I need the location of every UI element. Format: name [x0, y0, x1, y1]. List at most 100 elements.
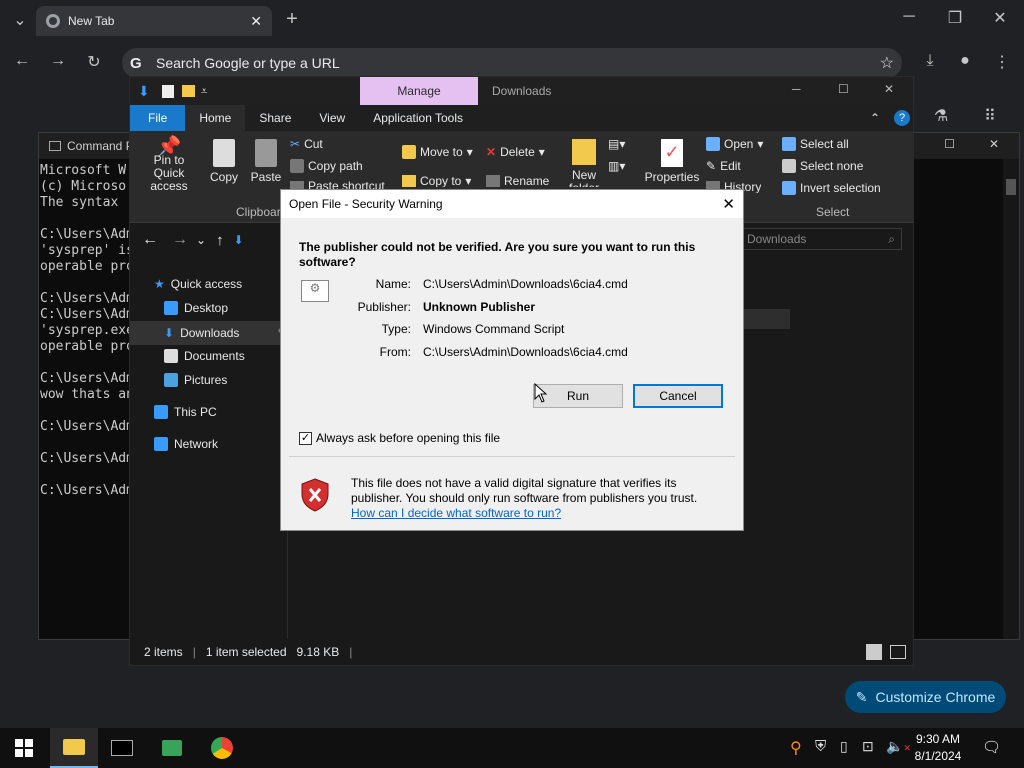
dialog-close-icon[interactable]: ✕ [722, 195, 735, 213]
copy-to-label: Copy to [420, 175, 462, 187]
back-icon[interactable]: ← [10, 52, 34, 70]
open-button[interactable]: Open ▾ [706, 137, 763, 151]
collapse-ribbon-icon[interactable]: ⌃ [870, 105, 880, 131]
close-icon[interactable]: ✕ [988, 8, 1012, 28]
pin-label: Pin to Quick access [150, 153, 188, 193]
dialog-question: The publisher could not be verified. Are… [299, 240, 696, 269]
nav-documents-label: Documents [184, 349, 245, 363]
invert-selection-button[interactable]: Invert selection [782, 181, 881, 195]
taskbar-file-explorer-icon[interactable] [50, 728, 98, 768]
bookmark-star-icon[interactable]: ☆ [880, 53, 894, 73]
easy-access-icon[interactable]: ▥▾ [608, 159, 625, 173]
qa-properties-icon[interactable] [161, 84, 174, 98]
tab-share[interactable]: Share [245, 105, 305, 131]
notification-icon[interactable]: 🗨 [982, 738, 1001, 756]
nav-network[interactable]: Network [154, 437, 218, 451]
always-ask-checkbox[interactable]: ✓ Always ask before opening this file [299, 431, 500, 445]
tray-network-icon[interactable]: ⊡ [862, 738, 874, 755]
qa-folder-icon[interactable] [181, 85, 195, 97]
explorer-close-icon[interactable]: ✕ [884, 82, 894, 96]
nav-back-icon[interactable]: ← [142, 231, 158, 249]
taskbar-spreadsheet-icon[interactable] [148, 728, 196, 768]
nav-this-pc[interactable]: This PC [154, 405, 217, 419]
customize-chrome-button[interactable]: ✎ Customize Chrome [845, 681, 1006, 713]
help-icon[interactable]: ? [894, 110, 910, 126]
dialog-titlebar[interactable]: Open File - Security Warning ✕ [281, 190, 743, 218]
reload-icon[interactable]: ↻ [82, 52, 106, 72]
edit-pencil-icon: ✎ [706, 159, 717, 173]
manage-tab[interactable]: Manage [360, 77, 478, 105]
search-icon: ⌕ [888, 231, 895, 246]
copy-to-dropdown-icon: ▾ [465, 175, 472, 187]
menu-kebab-icon[interactable]: ⋮ [990, 52, 1014, 72]
nav-pictures[interactable]: Pictures✎ [164, 373, 295, 387]
search-box[interactable]: Downloads ⌕ [740, 228, 902, 250]
download-icon[interactable]: ⤓ [918, 52, 942, 70]
security-shield-icon [301, 478, 329, 512]
profile-icon[interactable]: ● [953, 52, 977, 70]
explorer-titlebar[interactable]: ⬇ ⩡ Manage Downloads ─ ☐ ✕ [130, 77, 913, 105]
nav-quick-access[interactable]: ★ Quick access [154, 277, 242, 291]
select-all-label: Select all [800, 137, 849, 151]
tray-alert-icon[interactable]: ⚲ [790, 738, 802, 758]
warning-text: This file does not have a valid digital … [351, 476, 698, 505]
tray-usb-icon[interactable]: ▯ [840, 738, 848, 755]
large-icons-view-icon[interactable] [890, 645, 906, 659]
copy-to-button[interactable]: Copy to ▾ [402, 175, 471, 187]
nav-forward-icon[interactable]: → [172, 231, 188, 249]
edit-button[interactable]: ✎ Edit [706, 159, 741, 173]
labs-flask-icon[interactable]: ⚗ [929, 106, 953, 126]
qa-down-arrow-icon[interactable]: ⬇ [138, 83, 150, 100]
cut-button[interactable]: ✂ Cut [290, 137, 323, 151]
help-link[interactable]: How can I decide what software to run? [351, 506, 561, 520]
nav-up-icon[interactable]: ↑ [216, 232, 224, 249]
select-none-button[interactable]: Select none [782, 159, 863, 173]
pictures-icon [164, 373, 178, 387]
nav-documents[interactable]: Documents [164, 349, 245, 363]
taskbar-chrome-icon[interactable] [198, 728, 246, 768]
qa-customize-icon[interactable]: ⩡ [201, 84, 208, 99]
nav-downloads[interactable]: ⬇Downloads✎ [130, 321, 288, 345]
tray-shield-icon[interactable]: ⛨ [815, 738, 826, 755]
copy-button[interactable]: Copy [206, 139, 242, 184]
restore-icon[interactable]: ❐ [943, 8, 967, 28]
paste-button[interactable]: Paste [248, 139, 284, 184]
move-to-button[interactable]: Move to ▾ [402, 145, 473, 159]
taskbar-time[interactable]: 9:30 AM [912, 732, 964, 746]
cancel-button[interactable]: Cancel [633, 384, 723, 408]
new-folder-button[interactable]: New folder [566, 139, 602, 187]
omnibox[interactable]: G Search Google or type a URL ☆ [122, 48, 902, 78]
rename-button[interactable]: Rename [486, 175, 549, 187]
new-item-icon[interactable]: ▤▾ [608, 137, 625, 151]
minimize-icon[interactable]: ─ [897, 8, 921, 26]
pin-quick-access-button[interactable]: 📌 Pin to Quick access [138, 137, 200, 193]
new-tab-plus-icon[interactable]: + [280, 8, 304, 31]
tray-volume-muted-icon[interactable]: 🔈✕ [886, 738, 911, 755]
properties-button[interactable]: ✓ Properties [644, 139, 700, 184]
apps-grid-icon[interactable]: ⠿ [978, 106, 1002, 126]
tab-file[interactable]: File [130, 105, 186, 131]
tab-close-icon[interactable]: ✕ [250, 13, 262, 30]
tab-new-tab[interactable]: New Tab ✕ [36, 6, 272, 36]
cmd-maximize-icon[interactable]: ☐ [944, 137, 955, 151]
tab-view[interactable]: View [305, 105, 359, 131]
recent-dropdown-icon[interactable]: ⌄ [196, 233, 206, 247]
explorer-maximize-icon[interactable]: ☐ [838, 82, 849, 96]
tab-home[interactable]: Home [185, 105, 246, 131]
forward-icon[interactable]: → [46, 52, 70, 70]
select-all-button[interactable]: Select all [782, 137, 849, 151]
tab-search-chevron-icon[interactable]: ⌄ [8, 10, 32, 30]
tab-application-tools[interactable]: Application Tools [359, 105, 477, 131]
details-view-icon[interactable] [866, 644, 882, 660]
copy-path-button[interactable]: Copy path [290, 159, 363, 173]
start-windows-icon[interactable] [0, 728, 48, 768]
delete-button[interactable]: ✕ Delete ▾ [486, 145, 545, 159]
downloads-icon: ⬇ [164, 326, 175, 340]
cmd-scrollbar[interactable] [1003, 159, 1019, 639]
move-to-label: Move to [420, 145, 463, 159]
taskbar-date[interactable]: 8/1/2024 [912, 749, 964, 763]
tab-title: New Tab [68, 14, 115, 28]
taskbar-cmd-icon[interactable] [98, 728, 146, 768]
explorer-minimize-icon[interactable]: ─ [792, 82, 801, 96]
cmd-close-icon[interactable]: ✕ [989, 137, 999, 151]
